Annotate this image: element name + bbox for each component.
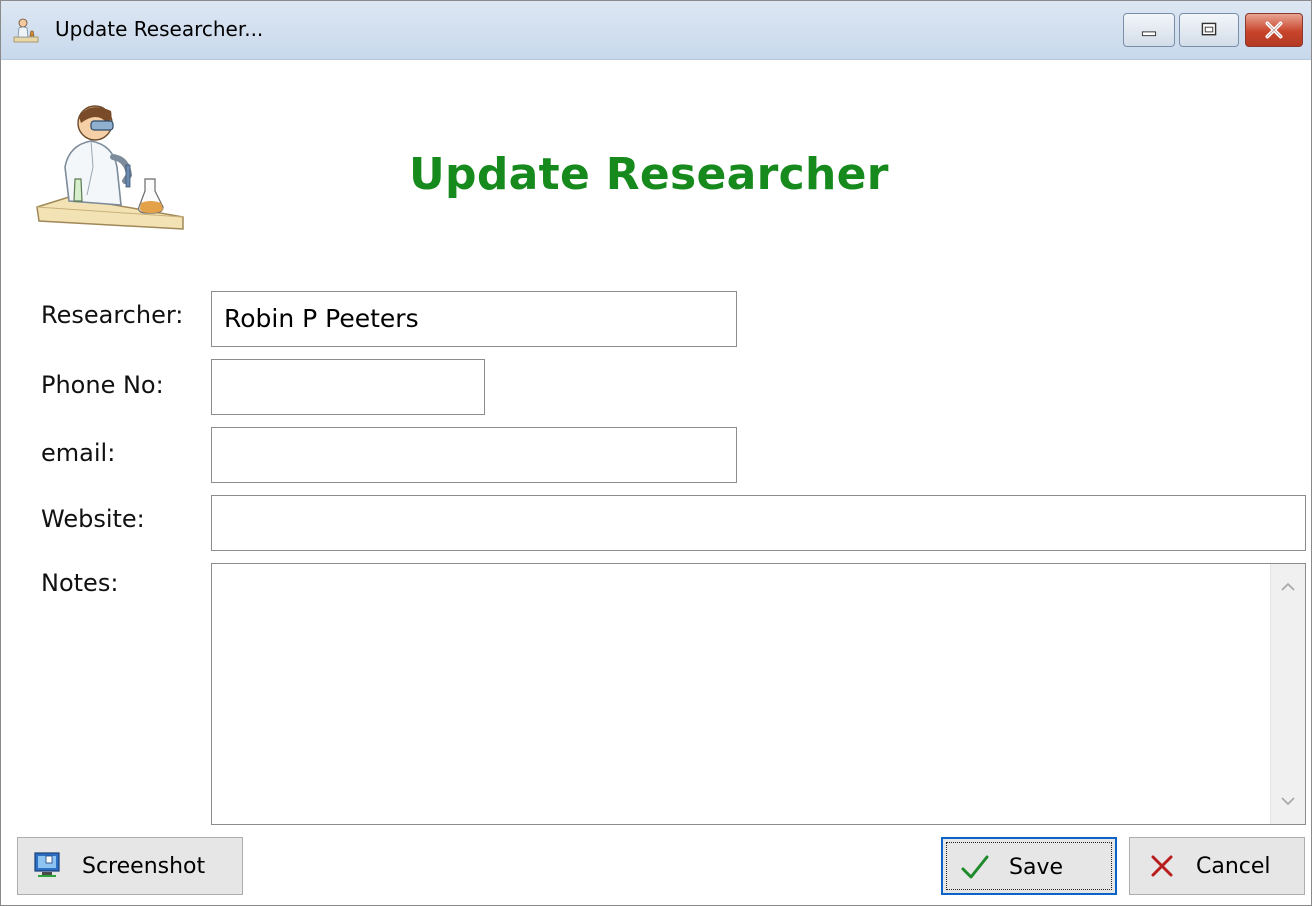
title-bar[interactable]: Update Researcher... <box>1 1 1311 60</box>
monitor-icon <box>34 852 60 877</box>
close-icon <box>1265 21 1283 39</box>
researcher-field[interactable]: Robin P Peeters <box>211 291 737 347</box>
cancel-label: Cancel <box>1196 854 1271 879</box>
minimize-icon <box>1141 31 1157 37</box>
phone-field[interactable] <box>211 359 485 415</box>
phone-label: Phone No: <box>41 371 164 399</box>
scientist-icon <box>13 18 39 43</box>
save-label: Save <box>1009 855 1064 880</box>
researcher-label: Researcher: <box>41 301 184 329</box>
screenshot-button[interactable]: Screenshot <box>17 837 243 895</box>
website-field[interactable] <box>211 495 1306 551</box>
scroll-down-icon[interactable] <box>1271 784 1305 818</box>
screenshot-label: Screenshot <box>82 854 206 879</box>
x-icon <box>1151 855 1173 877</box>
checkmark-icon <box>961 855 989 879</box>
close-button[interactable] <box>1245 13 1303 47</box>
notes-scrollbar[interactable] <box>1270 564 1305 824</box>
minimize-button[interactable] <box>1123 13 1175 47</box>
window-title: Update Researcher... <box>55 17 264 41</box>
scientist-illustration <box>36 105 184 230</box>
maximize-button[interactable] <box>1179 13 1239 47</box>
update-researcher-window: Update Researcher... Update Researcher R… <box>0 0 1312 906</box>
notes-label: Notes: <box>41 569 119 597</box>
website-label: Website: <box>41 505 145 533</box>
email-label: email: <box>41 439 116 467</box>
email-field[interactable] <box>211 427 737 483</box>
page-heading: Update Researcher <box>409 149 889 200</box>
maximize-icon <box>1201 22 1217 36</box>
cancel-button[interactable]: Cancel <box>1129 837 1305 895</box>
notes-textarea[interactable] <box>211 563 1306 825</box>
save-button[interactable]: Save <box>941 837 1117 895</box>
scroll-up-icon[interactable] <box>1271 570 1305 604</box>
